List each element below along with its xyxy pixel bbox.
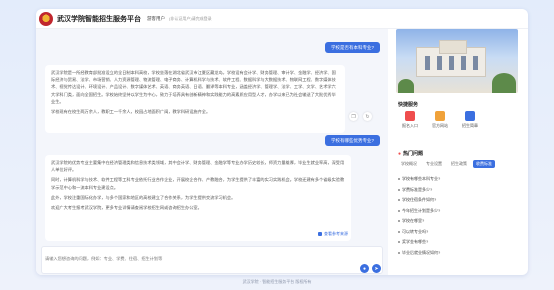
bot-message-paragraph: 同时，计算机科学与技术、软件工程等工科专业依托行业合作企业，开展校企合作、产教融… xyxy=(51,177,345,190)
send-icon[interactable]: ➤ xyxy=(372,264,381,273)
fire-icon: ● xyxy=(398,150,402,157)
bot-message-paragraph: 武汉学院的优势专业主要集中在经济管理类和信息技术类领域，其中会计学、财务管理、金… xyxy=(51,160,345,173)
globe-icon xyxy=(435,111,445,121)
quick-access-label: 官方网站 xyxy=(432,123,448,128)
school-logo xyxy=(39,11,53,26)
user-message: 学校是否有本科专业? xyxy=(324,42,380,53)
campus-image xyxy=(396,29,518,93)
bot-message-paragraph: 此外，学校注重国际化办学，与多个国家和地区的高校建立了合作关系，为学生提供交流学… xyxy=(51,194,236,200)
quick-access-brochure[interactable]: 招生简章 xyxy=(458,111,482,129)
tab-policy[interactable]: 招生政策 xyxy=(448,160,470,168)
bot-message: 武汉学院是一所经教育部批准设立的全日制本科高校，学校坐落在湖北省武汉市江夏区藏龙… xyxy=(45,65,345,133)
message-composer: ● ➤ xyxy=(41,246,383,274)
hot-question-list: 学校有哪些本科专业? 学费标准是多少? 学校住宿条件如何? 今年招生计划是多少?… xyxy=(398,174,516,258)
bot-message-paragraph: 欢迎广大考生报考武汉学院，更多专业详情请查阅学校招生网或咨询招生办公室。 xyxy=(51,205,202,211)
hot-question-item[interactable]: 学校有哪些本科专业? xyxy=(398,174,516,185)
user-status: (非认证用户)请完成登录 xyxy=(169,15,212,21)
hot-question-item[interactable]: 毕业后就业情况如何? xyxy=(398,248,516,259)
hot-tabs: 学校概况 专业设置 招生政策 收费标准 xyxy=(398,160,495,168)
source-link[interactable]: 查看参考来源 xyxy=(318,231,348,237)
hot-question-item[interactable]: 学校住宿条件如何? xyxy=(398,195,516,206)
hot-question-item[interactable]: 学费标准是多少? xyxy=(398,185,516,196)
document-icon xyxy=(318,232,322,236)
quick-access-register[interactable]: 报名入口 xyxy=(398,111,422,129)
tab-fees[interactable]: 收费标准 xyxy=(473,160,495,168)
bot-message-paragraph: 武汉学院是一所经教育部批准设立的全日制本科高校，学校坐落在湖北省武汉市江夏区藏龙… xyxy=(51,70,336,104)
tab-overview[interactable]: 学校概况 xyxy=(398,160,420,168)
register-icon xyxy=(405,111,415,121)
quick-access-label: 报名入口 xyxy=(402,123,418,128)
source-link-label: 查看参考来源 xyxy=(324,231,348,236)
brochure-icon xyxy=(465,111,475,121)
chat-area: 学校是否有本科专业? 武汉学院是一所经教育部批准设立的全日制本科高校，学校坐落在… xyxy=(36,29,388,275)
bot-message-paragraph: 学校现有在校生两万余人，教职工一千余人，校园占地面积广阔，教学科研设施齐全。 xyxy=(51,109,211,115)
app-window: 武汉学院智能招生服务平台 游客用户 (非认证用户)请完成登录 学校是否有本科专业… xyxy=(36,9,528,275)
hot-question-item[interactable]: 奖学金有哪些? xyxy=(398,237,516,248)
user-message: 学校有哪些优势专业? xyxy=(324,135,380,146)
hot-question-item[interactable]: 可以转专业吗? xyxy=(398,227,516,238)
hot-question-item[interactable]: 今年招生计划是多少? xyxy=(398,206,516,217)
voice-icon[interactable]: ● xyxy=(360,264,369,273)
quick-access-label: 招生简章 xyxy=(462,123,478,128)
tab-majors[interactable]: 专业设置 xyxy=(423,160,445,168)
hot-questions-title: ● 热门问题 xyxy=(398,150,424,158)
quick-access-title: 快捷服务 xyxy=(398,102,419,108)
app-header: 武汉学院智能招生服务平台 游客用户 (非认证用户)请完成登录 xyxy=(36,9,528,29)
hot-question-item[interactable]: 学校在哪里? xyxy=(398,216,516,227)
app-title: 武汉学院智能招生服务平台 xyxy=(57,15,141,23)
quick-access-website[interactable]: 官方网站 xyxy=(428,111,452,129)
copy-icon[interactable]: ❐ xyxy=(349,112,358,121)
message-input[interactable] xyxy=(45,254,245,263)
side-panel: 快捷服务 报名入口 官方网站 招生简章 ● 热门问题 学校概况 专业设置 招生政… xyxy=(392,29,528,275)
refresh-icon[interactable]: ↻ xyxy=(363,112,372,121)
footer-text: 武汉学院 · 智能招生服务平台 版权所有 xyxy=(242,279,312,284)
user-name[interactable]: 游客用户 xyxy=(147,16,165,22)
building-shape xyxy=(416,40,486,77)
bot-message: 武汉学院的优势专业主要集中在经济管理类和信息技术类领域，其中会计学、财务管理、金… xyxy=(45,155,351,241)
